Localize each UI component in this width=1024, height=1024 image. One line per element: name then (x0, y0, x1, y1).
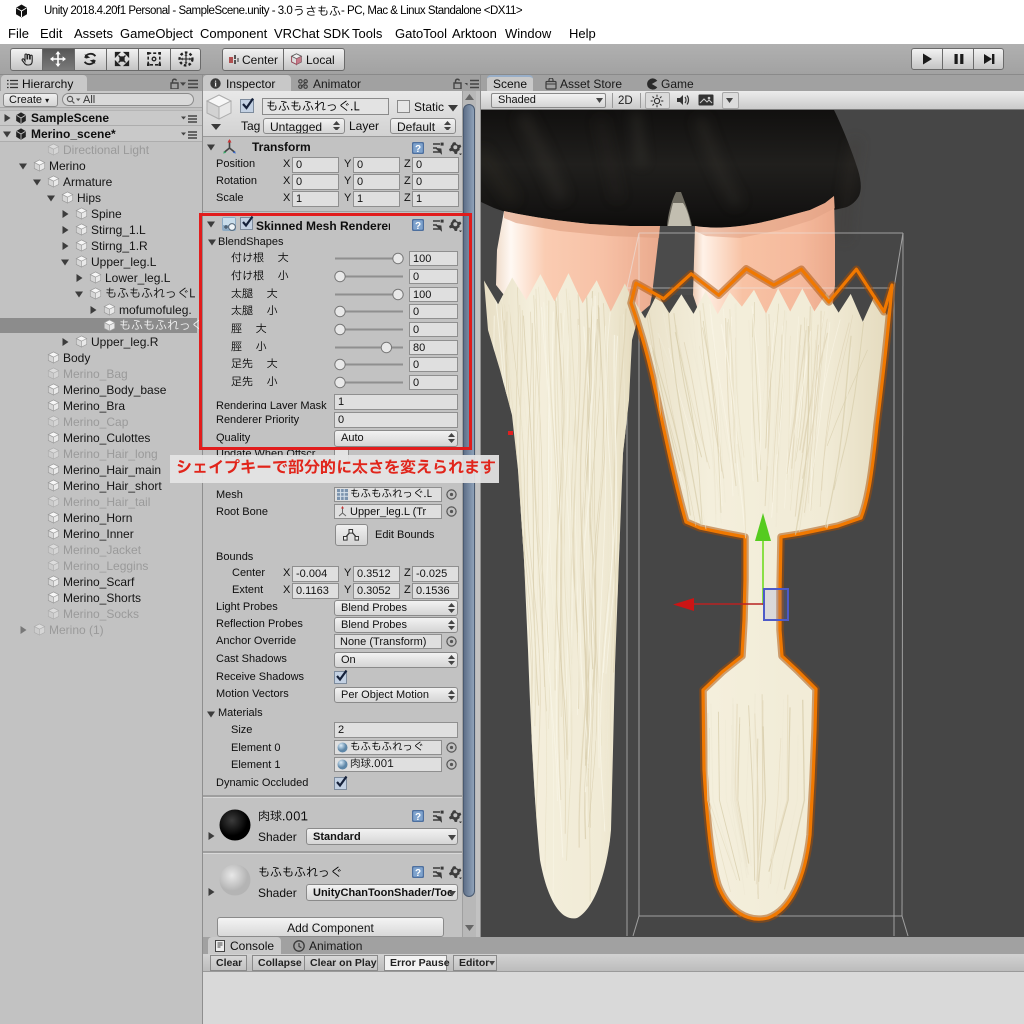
svg-text:?: ? (415, 812, 421, 823)
svg-text:?: ? (415, 144, 421, 155)
svg-text:?: ? (415, 868, 421, 879)
